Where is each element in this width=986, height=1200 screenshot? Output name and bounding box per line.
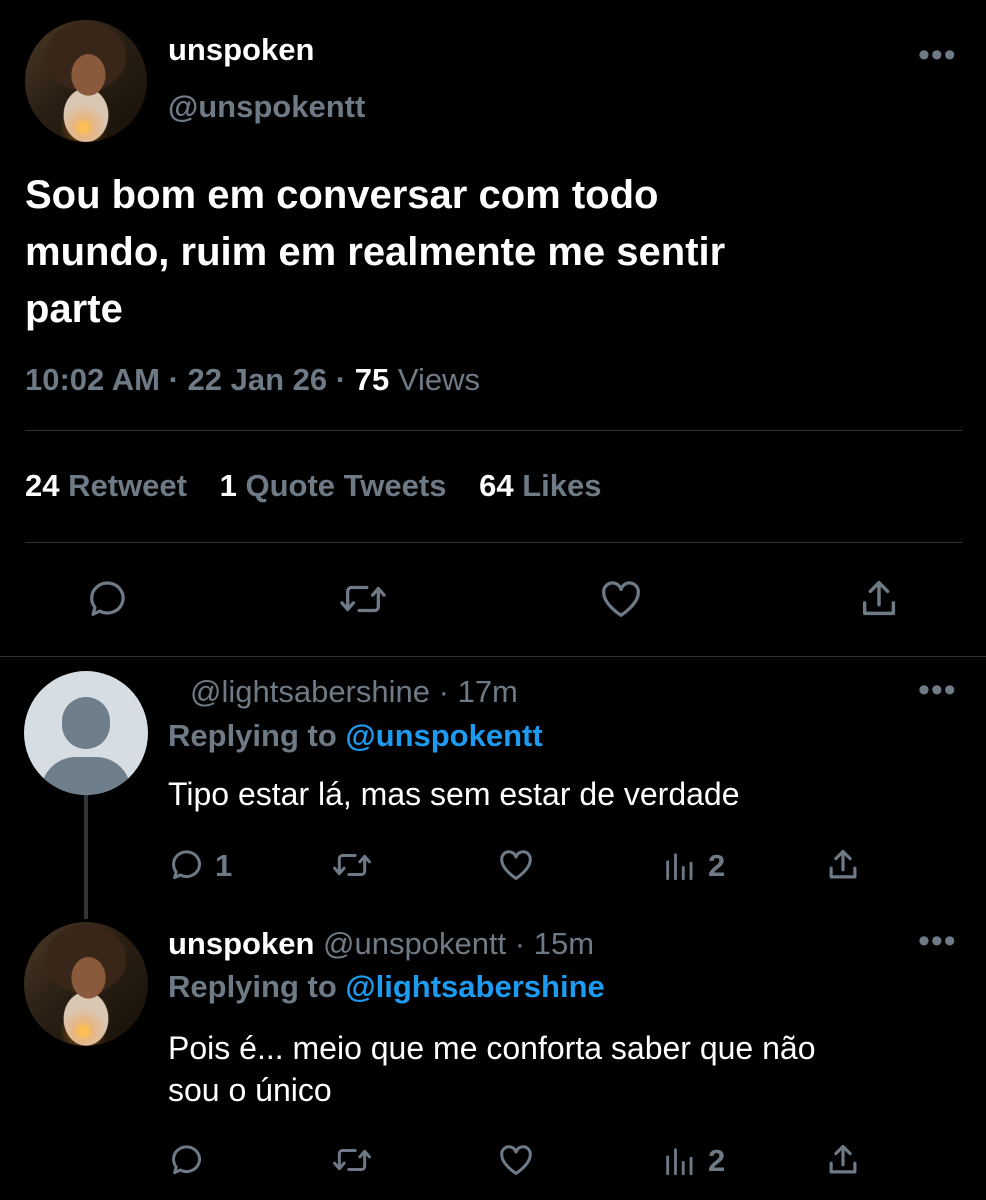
engagement-stats: 24 Retweet 1 Quote Tweets 64 Likes	[25, 468, 601, 504]
reply-text: Tipo estar lá, mas sem estar de verdade	[168, 774, 740, 814]
default-avatar-body-icon	[41, 757, 131, 795]
quotes-stat[interactable]: 1 Quote Tweets	[220, 468, 455, 503]
bar-chart-icon[interactable]	[662, 1143, 696, 1179]
display-name[interactable]: unspoken	[168, 926, 314, 961]
reply-text: Pois é... meio que me conforta saber que…	[168, 1027, 968, 1111]
separator: ·	[438, 674, 449, 709]
reply-text-line: sou o único	[168, 1072, 332, 1108]
likes-label: Likes	[522, 468, 602, 503]
views-count: 2	[708, 848, 726, 883]
display-name[interactable]: unspoken	[168, 32, 314, 68]
retweet-arrows-icon[interactable]	[330, 846, 374, 884]
retweets-label: Retweet	[68, 468, 187, 503]
avatar[interactable]	[25, 20, 147, 142]
speech-bubble-icon[interactable]	[85, 576, 131, 622]
handle[interactable]: @unspokentt	[323, 926, 506, 961]
more-horizontal-icon[interactable]: •••	[918, 673, 957, 707]
likes-count: 64	[479, 468, 514, 503]
thread-line	[84, 795, 88, 919]
separator: ·	[168, 362, 179, 397]
replying-to-label: Replying to	[168, 718, 337, 753]
heart-outline-icon[interactable]	[496, 846, 536, 884]
handle[interactable]: @lightsabershine	[190, 674, 430, 709]
speech-bubble-icon[interactable]	[168, 846, 206, 884]
retweet-arrows-icon[interactable]	[330, 1141, 374, 1179]
heart-outline-icon[interactable]	[597, 576, 645, 622]
reply-text-line: Tipo estar lá, mas sem estar de verdade	[168, 776, 740, 812]
retweets-count: 24	[25, 468, 60, 503]
replying-to: Replying to @lightsabershine	[168, 969, 605, 1005]
reply-header: @lightsabershine · 17m	[190, 674, 518, 710]
reply-header: unspoken @unspokentt · 15m	[168, 926, 594, 962]
speech-bubble-icon[interactable]	[168, 1141, 206, 1179]
replying-to-link[interactable]: @unspokentt	[345, 718, 542, 753]
avatar[interactable]	[24, 922, 148, 1046]
retweets-stat[interactable]: 24 Retweet	[25, 468, 196, 503]
quotes-label: Quote Tweets	[245, 468, 447, 503]
views-label: Views	[397, 362, 480, 397]
default-avatar-head-icon	[62, 697, 110, 749]
share-up-arrow-icon[interactable]	[856, 576, 902, 622]
tweet-time[interactable]: 10:02 AM	[25, 362, 160, 397]
tweet-text-line: mundo, ruim em realmente me sentir	[25, 230, 726, 274]
bar-chart-icon[interactable]	[662, 848, 696, 884]
divider	[25, 542, 962, 543]
tweet-date[interactable]: 22 Jan 26	[188, 362, 328, 397]
tweet-text: Sou bom em conversar com todo mundo, rui…	[25, 167, 965, 338]
views-count: 2	[708, 1143, 726, 1178]
replying-to-link[interactable]: @lightsabershine	[345, 969, 604, 1004]
replying-to: Replying to @unspokentt	[168, 718, 543, 754]
views-count: 75	[354, 362, 390, 397]
tweet-text-line: Sou bom em conversar com todo	[25, 173, 659, 217]
likes-stat[interactable]: 64 Likes	[479, 468, 601, 503]
more-horizontal-icon[interactable]: •••	[918, 38, 957, 72]
separator: ·	[514, 926, 526, 961]
heart-outline-icon[interactable]	[496, 1141, 536, 1179]
share-up-arrow-icon[interactable]	[824, 846, 862, 884]
reply-time[interactable]: 17m	[458, 674, 518, 709]
tweet-text-line: parte	[25, 287, 123, 331]
share-up-arrow-icon[interactable]	[824, 1141, 862, 1179]
reply-time[interactable]: 15m	[534, 926, 594, 961]
replying-to-label: Replying to	[168, 969, 337, 1004]
reply-text-line: Pois é... meio que me conforta saber que…	[168, 1030, 816, 1066]
avatar[interactable]	[24, 671, 148, 795]
retweet-arrows-icon[interactable]	[338, 576, 388, 622]
divider	[25, 430, 962, 431]
divider	[0, 656, 986, 657]
quotes-count: 1	[219, 468, 237, 503]
handle[interactable]: @unspokentt	[168, 89, 365, 125]
reply-count: 1	[215, 848, 233, 883]
separator: ·	[335, 362, 347, 397]
more-horizontal-icon[interactable]: •••	[918, 924, 957, 958]
tweet-meta: 10:02 AM · 22 Jan 26 · 75 Views	[25, 362, 480, 398]
